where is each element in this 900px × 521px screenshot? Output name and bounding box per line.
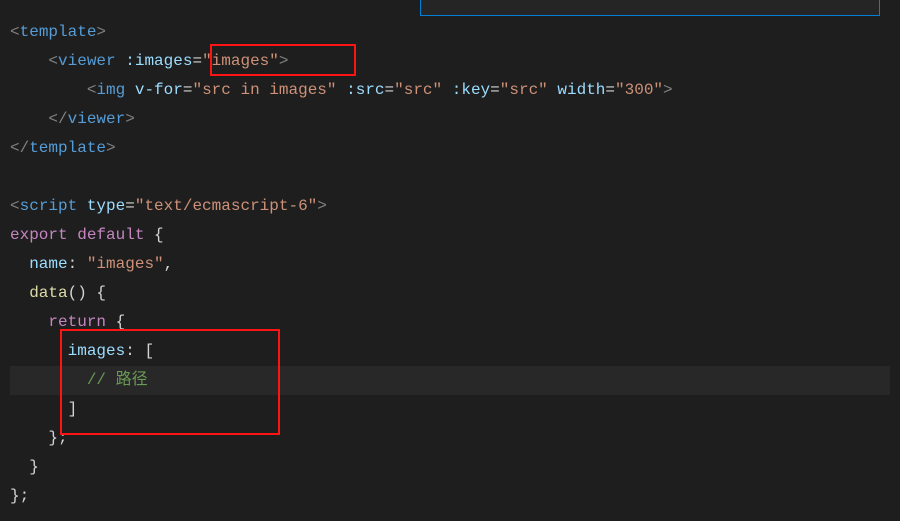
code-line: <template> [10, 18, 890, 47]
code-line: }; [10, 482, 890, 511]
code-line: <viewer :images="images"> [10, 47, 890, 76]
code-line: } [10, 453, 890, 482]
code-line: export default { [10, 221, 890, 250]
code-line: data() { [10, 279, 890, 308]
code-line: </template> [10, 134, 890, 163]
code-editor[interactable]: <template> <viewer :images="images"> <im… [0, 0, 900, 521]
code-line: images: [ [10, 337, 890, 366]
code-line: }; [10, 424, 890, 453]
code-line: ] [10, 395, 890, 424]
code-line [10, 163, 890, 192]
code-line: </viewer> [10, 105, 890, 134]
code-line: <img v-for="src in images" :src="src" :k… [10, 76, 890, 105]
code-line: return { [10, 308, 890, 337]
code-line: name: "images", [10, 250, 890, 279]
code-line: <script type="text/ecmascript-6"> [10, 192, 890, 221]
code-line-current: // 路径 [10, 366, 890, 395]
